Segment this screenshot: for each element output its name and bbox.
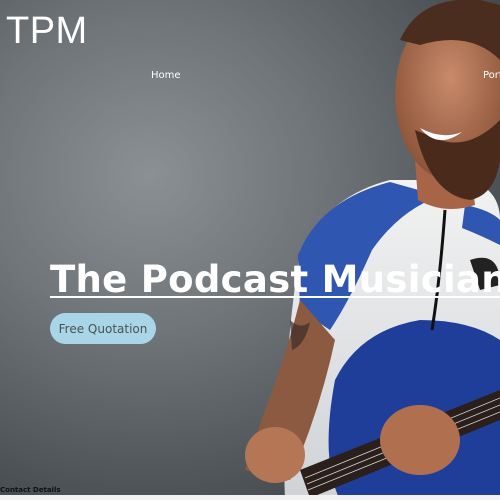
hero-photo <box>245 0 500 500</box>
nav-link-portfolio[interactable]: Port <box>483 70 500 81</box>
hero-section: TPM Home Port The Podcast Musician Free … <box>0 0 500 500</box>
bottom-bar <box>0 495 500 500</box>
free-quotation-button[interactable]: Free Quotation <box>50 313 156 344</box>
hero-headline: The Podcast Musician <box>50 258 500 301</box>
contact-details-link[interactable]: Contact Details <box>0 486 61 494</box>
nav-link-home[interactable]: Home <box>151 70 181 81</box>
site-logo[interactable]: TPM <box>6 10 88 53</box>
